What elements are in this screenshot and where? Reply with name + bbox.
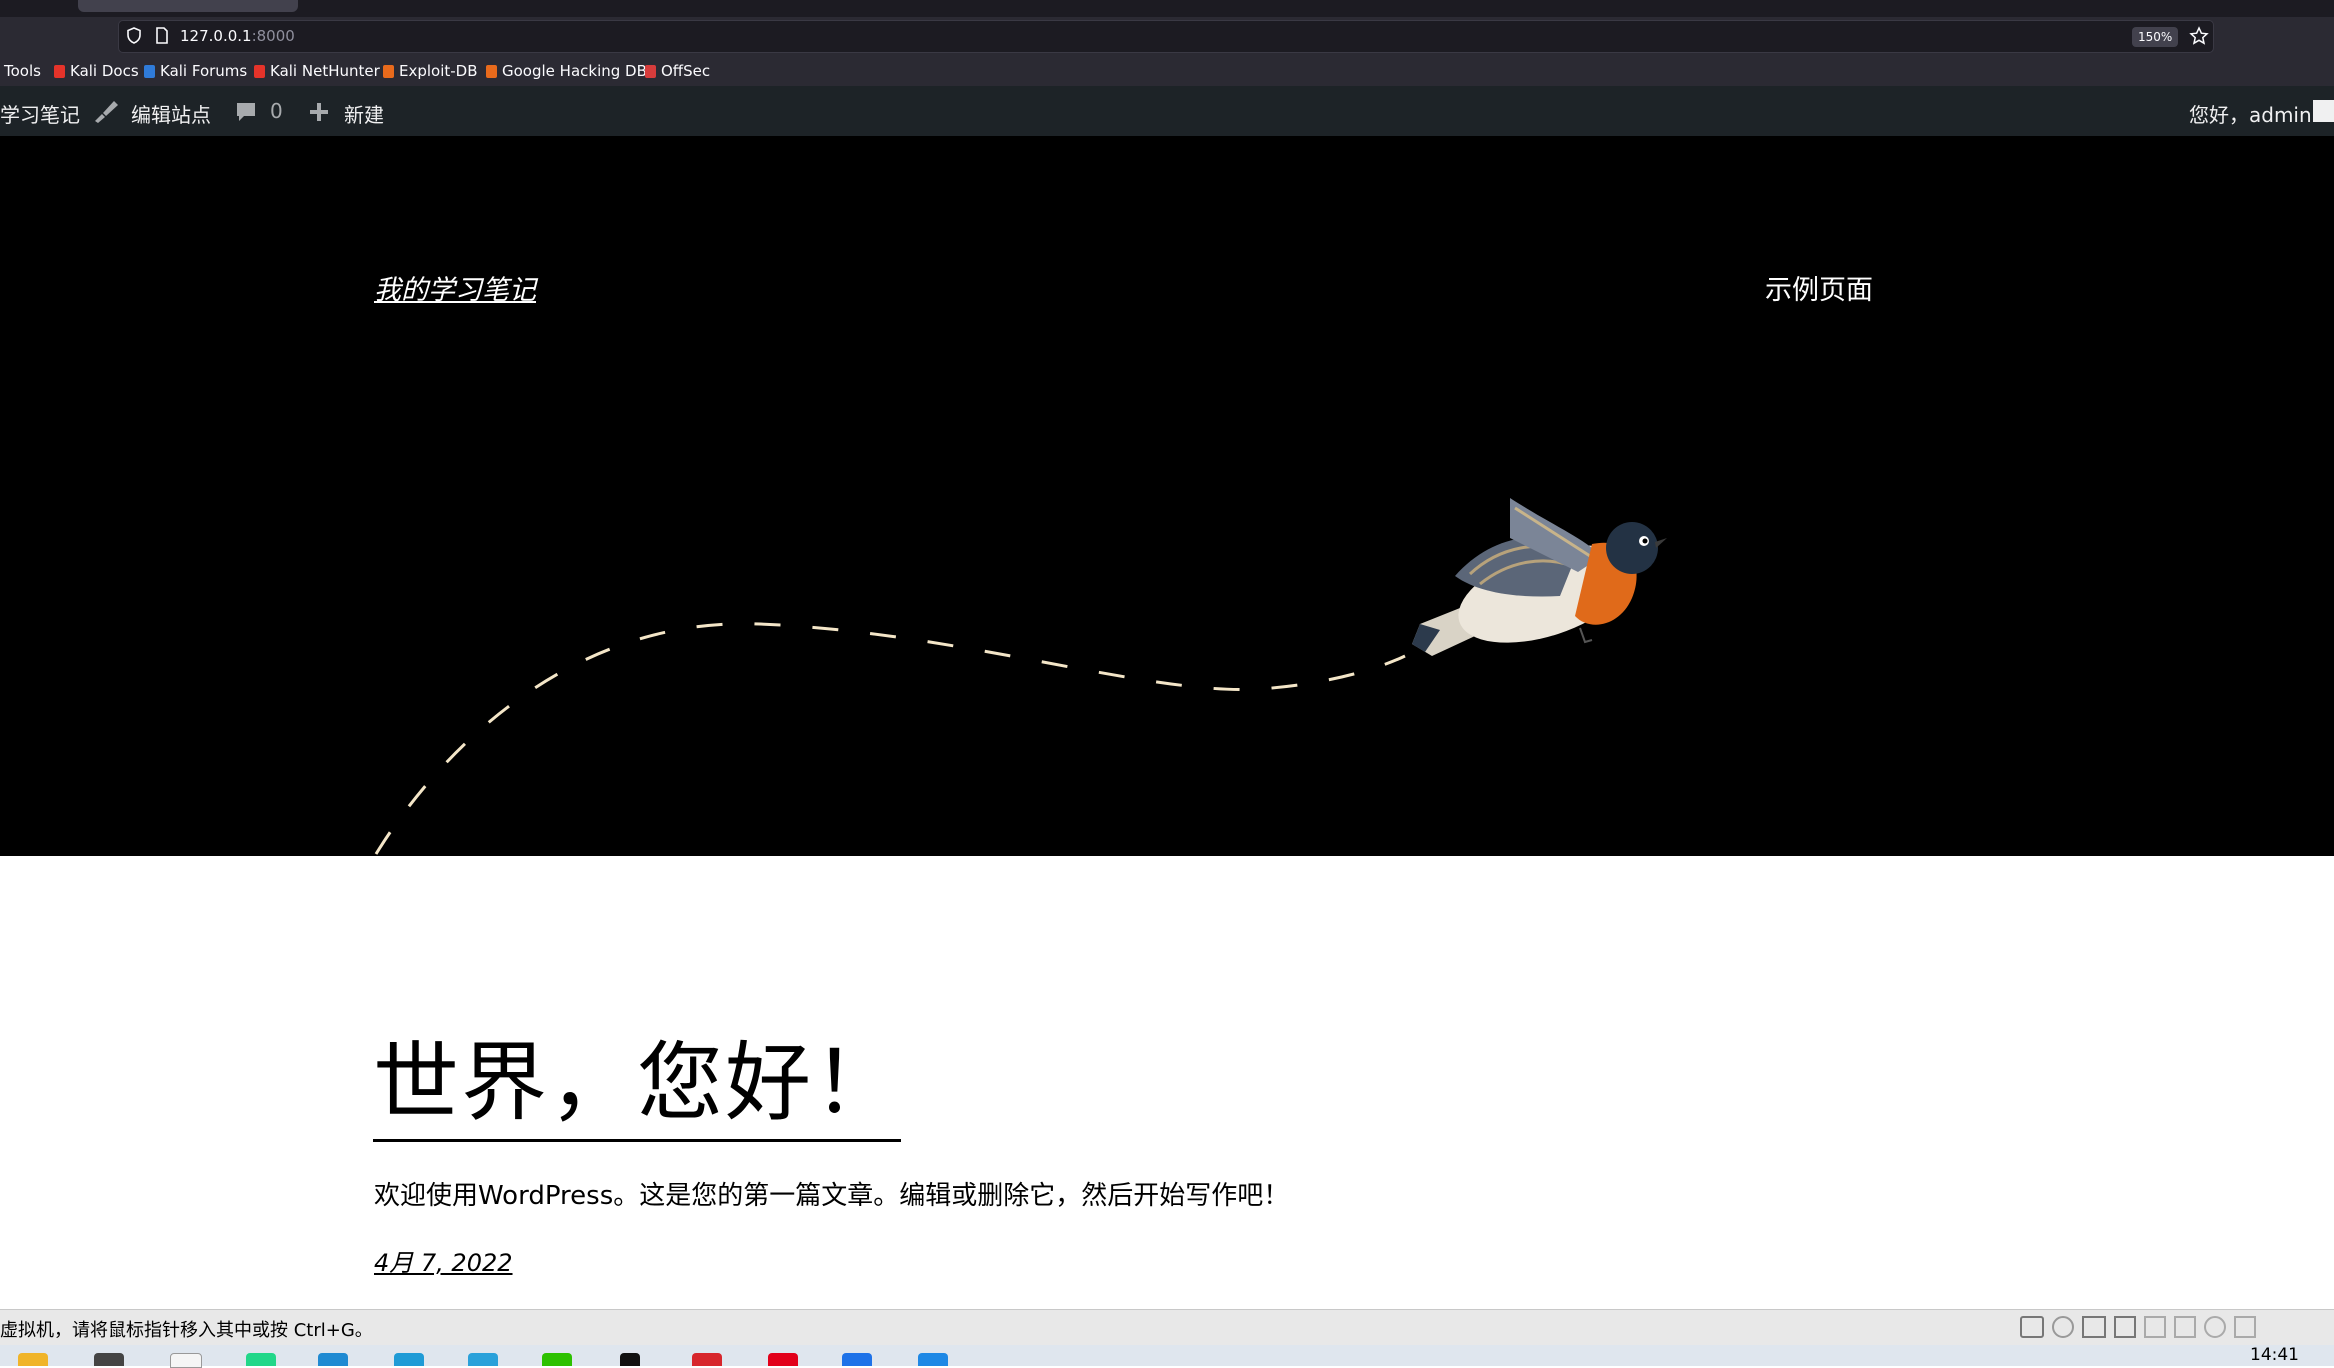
bookmark-google-hacking-db[interactable]: Google Hacking DB — [486, 62, 647, 80]
page-info-icon[interactable] — [155, 27, 169, 44]
url-text[interactable]: 127.0.0.1:8000 — [180, 27, 295, 45]
netease-icon[interactable] — [768, 1353, 798, 1366]
taskbar-clock[interactable]: 14:41 — [2250, 1345, 2299, 1365]
telegram-icon[interactable] — [468, 1353, 498, 1366]
usb-icon[interactable] — [2144, 1316, 2166, 1338]
zoom-indicator[interactable]: 150% — [2132, 27, 2179, 47]
customize-brush-icon[interactable] — [93, 99, 119, 123]
mail-icon[interactable] — [842, 1353, 872, 1366]
tracking-shield-icon[interactable] — [126, 27, 142, 44]
vm-status-text: 虚拟机，请将鼠标指针移入其中或按 Ctrl+G。 — [0, 1320, 373, 1341]
file-explorer-icon[interactable] — [18, 1353, 48, 1366]
pycharm-icon[interactable] — [246, 1353, 276, 1366]
windows-taskbar — [0, 1345, 2334, 1366]
qq-icon[interactable] — [620, 1353, 640, 1366]
nethunter-icon — [254, 65, 265, 78]
wps-icon[interactable] — [692, 1353, 722, 1366]
kali-forums-icon — [144, 65, 155, 78]
camera-icon[interactable] — [2204, 1316, 2226, 1338]
wechat-icon[interactable] — [542, 1353, 572, 1366]
printer-icon[interactable] — [2174, 1316, 2196, 1338]
dashed-flight-path — [374, 622, 1406, 855]
plus-icon[interactable] — [309, 102, 329, 122]
ghdb-icon — [486, 65, 497, 78]
post-title[interactable]: 世界，您好！ — [373, 1012, 901, 1142]
admin-bar-edit-site[interactable]: 编辑站点 — [131, 99, 211, 128]
vm-device-icons — [2020, 1316, 2320, 1338]
admin-bar-greeting[interactable]: 您好，admin — [2189, 99, 2312, 128]
bookmark-kali-docs[interactable]: Kali Docs — [54, 62, 139, 80]
bookmark-tools[interactable]: Tools — [4, 62, 41, 80]
admin-bar-new[interactable]: 新建 — [344, 99, 384, 128]
settings-icon[interactable] — [94, 1353, 124, 1366]
bookmark-kali-forums[interactable]: Kali Forums — [144, 62, 247, 80]
address-bar[interactable] — [118, 20, 2214, 53]
browser-tab-active[interactable] — [78, 0, 298, 12]
exploit-db-icon — [383, 65, 394, 78]
kali-docs-icon — [54, 65, 65, 78]
bird-icon — [1412, 498, 1667, 656]
url-port: :8000 — [251, 27, 295, 45]
browser-tab-strip — [0, 0, 2334, 17]
post-date[interactable]: 4月 7, 2022 — [374, 1243, 513, 1278]
vmware-icon[interactable] — [918, 1353, 948, 1366]
post-excerpt: 欢迎使用WordPress。这是您的第一篇文章。编辑或删除它，然后开始写作吧！ — [374, 1181, 1290, 1211]
edge-icon[interactable] — [394, 1353, 424, 1366]
cd-icon[interactable] — [2052, 1316, 2074, 1338]
comment-bubble-icon[interactable] — [235, 101, 257, 123]
bookmark-kali-nethunter[interactable]: Kali NetHunter — [254, 62, 380, 80]
display-icon[interactable] — [2234, 1316, 2256, 1338]
bird-illustration — [374, 498, 1667, 855]
admin-bar-site-name[interactable]: 学习笔记 — [0, 99, 80, 128]
bookmark-star-icon[interactable] — [2189, 26, 2209, 46]
hdd-icon[interactable] — [2020, 1316, 2044, 1338]
avatar[interactable] — [2313, 100, 2334, 122]
audio-icon[interactable] — [2114, 1316, 2136, 1338]
admin-bar-comments-count[interactable]: 0 — [270, 99, 283, 123]
bookmark-offsec[interactable]: OffSec — [645, 62, 710, 80]
bookmark-exploit-db[interactable]: Exploit-DB — [383, 62, 478, 80]
vscode-icon[interactable] — [318, 1353, 348, 1366]
url-host: 127.0.0.1 — [180, 27, 252, 45]
offsec-icon — [645, 65, 656, 78]
network-icon[interactable] — [2082, 1316, 2106, 1338]
